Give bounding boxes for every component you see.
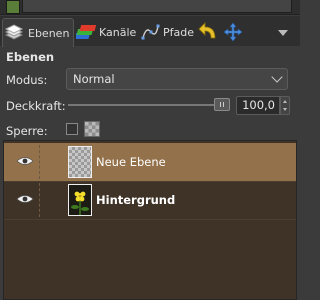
tab-layers-label: Ebenen (28, 26, 70, 40)
panel-title: Ebenen (6, 50, 55, 64)
chevron-down-icon (271, 71, 283, 83)
layers-icon (4, 24, 24, 40)
layer-list: Neue Ebene Hintergrund (3, 140, 297, 300)
opacity-slider-track[interactable] (68, 104, 230, 106)
opacity-label: Deckkraft: (6, 99, 66, 113)
tab-channels[interactable]: Kanäle (76, 19, 138, 45)
flower-photo-icon (71, 191, 89, 215)
image-selector-dropdown[interactable] (22, 0, 292, 13)
mode-value: Normal (73, 72, 115, 86)
mode-dropdown[interactable]: Normal (66, 68, 288, 90)
tab-paths[interactable]: Pfade (140, 19, 196, 45)
navigation-icon (223, 22, 243, 42)
layer-name[interactable]: Hintergrund (96, 193, 175, 207)
eye-icon[interactable] (16, 194, 34, 204)
tab-paths-label: Pfade (163, 25, 194, 39)
undo-history-icon (198, 22, 216, 39)
lock-label: Sperre: (6, 124, 48, 138)
opacity-slider-handle[interactable] (214, 98, 230, 111)
opacity-spin-button[interactable] (280, 96, 290, 115)
tab-undo-history[interactable] (197, 19, 221, 45)
tab-navigation[interactable] (222, 19, 246, 45)
layer-row-hintergrund[interactable]: Hintergrund (4, 181, 296, 220)
dock-tabs: Ebenen Kanäle Pfade (0, 16, 300, 47)
tab-channels-label: Kanäle (99, 25, 137, 39)
lock-pixels-checkbox[interactable] (66, 123, 78, 135)
channels-icon (76, 25, 96, 39)
chain-toggle[interactable] (39, 145, 40, 179)
opacity-value-field[interactable]: 100,0 (236, 96, 280, 115)
image-thumbnail[interactable] (6, 0, 20, 14)
mode-label: Modus: (6, 73, 48, 87)
eye-icon[interactable] (16, 156, 34, 166)
paths-icon (141, 24, 160, 40)
layer-row-neue-ebene[interactable]: Neue Ebene (4, 143, 296, 182)
tab-menu-chevron-icon[interactable] (278, 30, 288, 36)
layer-name[interactable]: Neue Ebene (96, 155, 166, 169)
image-selector-bar (0, 0, 300, 15)
tab-layers[interactable]: Ebenen (2, 18, 74, 47)
lock-alpha-icon[interactable] (84, 121, 100, 137)
layer-thumbnail-flower (68, 184, 92, 216)
layer-thumbnail-transparent (68, 146, 92, 178)
chain-toggle[interactable] (39, 183, 40, 217)
